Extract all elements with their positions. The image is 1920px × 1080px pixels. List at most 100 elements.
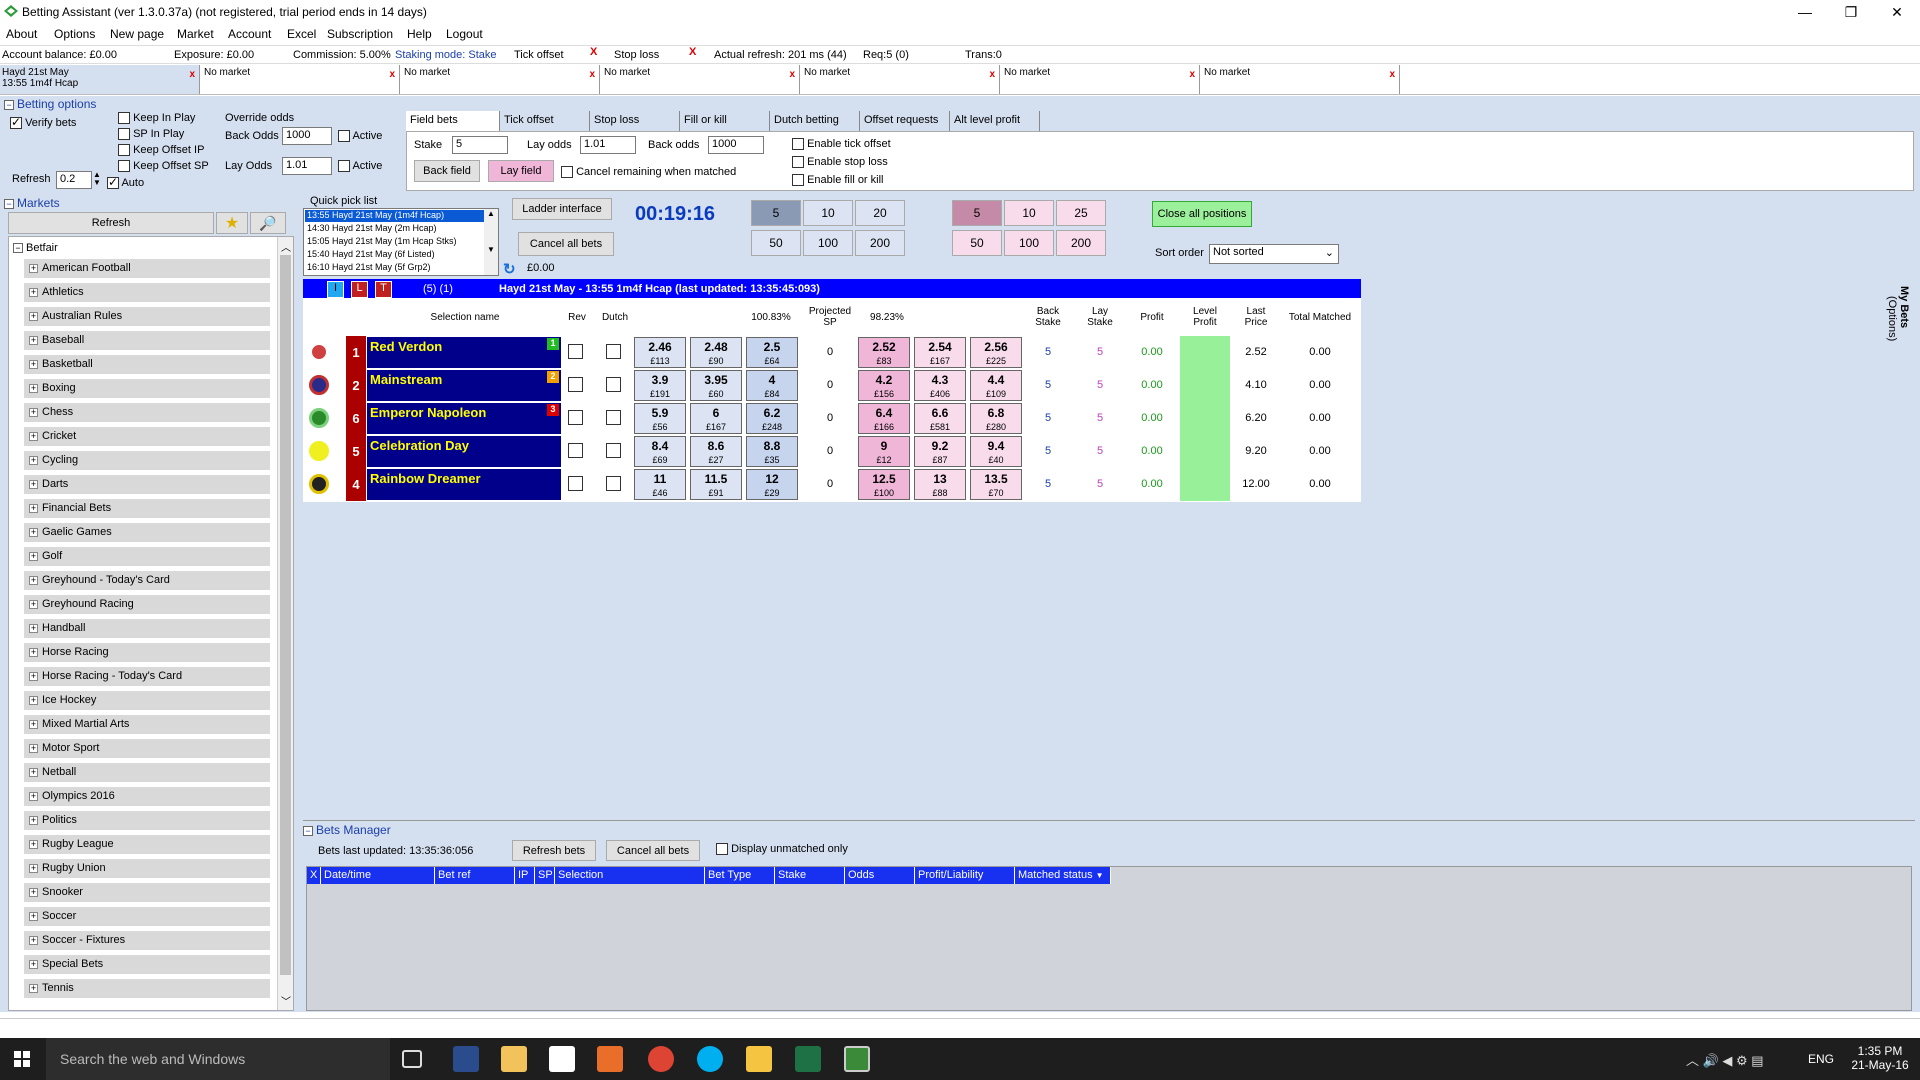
expand-icon[interactable]: +: [29, 720, 38, 729]
back-stake-20[interactable]: 20: [855, 200, 905, 226]
dutch-checkbox[interactable]: [606, 476, 621, 492]
market-category[interactable]: + Cricket: [24, 427, 270, 447]
close-tab-icon[interactable]: x: [189, 69, 195, 80]
expand-icon[interactable]: +: [29, 624, 38, 633]
refresh-interval-input[interactable]: 0.2: [56, 171, 92, 189]
menu-options[interactable]: Options: [54, 27, 95, 41]
tab-tick-offset[interactable]: Tick offset: [500, 111, 590, 131]
back-stake[interactable]: 5: [1026, 445, 1070, 457]
expand-icon[interactable]: +: [29, 792, 38, 801]
back-odds-cell[interactable]: 2.48 £90: [690, 337, 742, 368]
close-tab-icon[interactable]: x: [789, 69, 795, 80]
menu-account[interactable]: Account: [228, 27, 271, 41]
collapse-icon[interactable]: −: [303, 825, 313, 836]
dutch-checkbox[interactable]: [606, 443, 621, 459]
expand-icon[interactable]: +: [29, 936, 38, 945]
keep-in-play-checkbox[interactable]: Keep In Play: [118, 112, 195, 125]
col-sp[interactable]: SP: [535, 867, 555, 884]
display-unmatched-checkbox[interactable]: Display unmatched only: [716, 843, 848, 856]
lay-odds-cell[interactable]: 4.3 £406: [914, 370, 966, 401]
menu-about[interactable]: About: [6, 27, 37, 41]
back-stake-50[interactable]: 50: [751, 230, 801, 256]
lay-stake-200[interactable]: 200: [1056, 230, 1106, 256]
back-stake-5[interactable]: 5: [751, 200, 801, 226]
chrome-icon[interactable]: [648, 1046, 674, 1072]
back-odds-cell[interactable]: 6.2 £248: [746, 403, 798, 434]
tab-offset-requests[interactable]: Offset requests: [860, 111, 950, 131]
lay-odds-cell[interactable]: 6.4 £166: [858, 403, 910, 434]
expand-icon[interactable]: +: [29, 480, 38, 489]
market-category[interactable]: + Olympics 2016: [24, 787, 270, 807]
market-category[interactable]: + Greyhound Racing: [24, 595, 270, 615]
market-category[interactable]: + Mixed Martial Arts: [24, 715, 270, 735]
market-category[interactable]: + Tennis: [24, 979, 270, 999]
lay-odds-active-checkbox[interactable]: Active: [338, 160, 382, 173]
back-odds-cell[interactable]: 3.95 £60: [690, 370, 742, 401]
menu-logout[interactable]: Logout: [446, 27, 483, 41]
tab-stop-loss[interactable]: Stop loss: [590, 111, 680, 131]
menu-market[interactable]: Market: [177, 27, 214, 41]
collapse-icon[interactable]: −: [4, 99, 14, 110]
filter-icon[interactable]: ▼: [1096, 871, 1104, 880]
taskbar-search[interactable]: Search the web and Windows: [46, 1038, 390, 1080]
market-category[interactable]: + Chess: [24, 403, 270, 423]
betting-assistant-task-icon[interactable]: [844, 1046, 870, 1072]
lay-odds-cell[interactable]: 2.52 £83: [858, 337, 910, 368]
favourites-star-icon[interactable]: ★: [216, 212, 248, 234]
runner-name[interactable]: Emperor Napoleon 3: [366, 402, 562, 435]
menu-help[interactable]: Help: [407, 27, 432, 41]
scroll-down-icon[interactable]: ﹀: [281, 993, 291, 1008]
file-explorer-icon[interactable]: [501, 1046, 527, 1072]
dutch-checkbox[interactable]: [606, 377, 621, 393]
lay-stake-5[interactable]: 5: [952, 200, 1002, 226]
lay-odds-cell[interactable]: 13 £88: [914, 469, 966, 500]
language-indicator[interactable]: ENG: [1808, 1052, 1834, 1066]
tray-icons[interactable]: ︿ 🔊 ◀ ⚙ ▤: [1686, 1050, 1764, 1069]
market-category[interactable]: + Ice Hockey: [24, 691, 270, 711]
dutch-checkbox[interactable]: [606, 344, 621, 360]
mail-icon[interactable]: [746, 1046, 772, 1072]
expand-icon[interactable]: +: [29, 672, 38, 681]
back-odds-cell[interactable]: 8.4 £69: [634, 436, 686, 467]
expand-icon[interactable]: +: [29, 552, 38, 561]
lay-odds-cell[interactable]: 9 £12: [858, 436, 910, 467]
back-stake-10[interactable]: 10: [803, 200, 853, 226]
expand-icon[interactable]: +: [29, 528, 38, 537]
tree-root-betfair[interactable]: − Betfair: [13, 242, 58, 254]
col-odds[interactable]: Odds: [845, 867, 915, 884]
market-tab-4[interactable]: No market x: [602, 65, 800, 94]
market-category[interactable]: + Special Bets: [24, 955, 270, 975]
collapse-icon[interactable]: −: [13, 243, 23, 254]
lay-odds-field-input[interactable]: 1.01: [580, 136, 636, 154]
rev-checkbox[interactable]: [568, 443, 583, 459]
col-stake[interactable]: Stake: [775, 867, 845, 884]
app-icon-1[interactable]: [453, 1046, 479, 1072]
lay-odds-cell[interactable]: 12.5 £100: [858, 469, 910, 500]
lay-stake-10[interactable]: 10: [1004, 200, 1054, 226]
runner-name[interactable]: Rainbow Dreamer: [366, 468, 562, 501]
market-tab-1[interactable]: Hayd 21st May 13:55 1m4f Hcap x: [0, 65, 200, 94]
lay-odds-cell[interactable]: 4.2 £156: [858, 370, 910, 401]
back-stake[interactable]: 5: [1026, 478, 1070, 490]
market-category[interactable]: + Greyhound - Today's Card: [24, 571, 270, 591]
close-tab-icon[interactable]: x: [989, 69, 995, 80]
rev-checkbox[interactable]: [568, 410, 583, 426]
market-category[interactable]: + Cycling: [24, 451, 270, 471]
expand-icon[interactable]: +: [29, 432, 38, 441]
refresh-icon[interactable]: ↻: [503, 260, 516, 278]
collapse-icon[interactable]: −: [4, 198, 14, 209]
info-t-button[interactable]: T: [375, 281, 392, 298]
clock[interactable]: 1:35 PM 21-May-16: [1850, 1044, 1910, 1072]
lay-stake[interactable]: 5: [1078, 412, 1122, 424]
tab-dutch-betting[interactable]: Dutch betting: [770, 111, 860, 131]
tree-scrollbar[interactable]: ︿ ﹀: [277, 237, 293, 1010]
back-odds-cell[interactable]: 8.8 £35: [746, 436, 798, 467]
expand-icon[interactable]: +: [29, 744, 38, 753]
expand-icon[interactable]: +: [29, 576, 38, 585]
lay-odds-cell[interactable]: 2.56 £225: [970, 337, 1022, 368]
col-x[interactable]: X: [307, 867, 321, 884]
ladder-interface-button[interactable]: Ladder interface: [512, 198, 612, 220]
back-stake[interactable]: 5: [1026, 346, 1070, 358]
betting-options-header[interactable]: − Betting options: [4, 97, 96, 111]
expand-icon[interactable]: +: [29, 768, 38, 777]
